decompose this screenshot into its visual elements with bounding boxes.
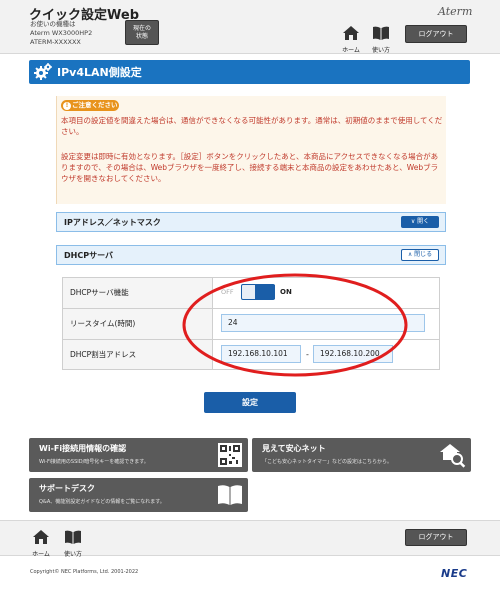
manual-nav-button[interactable]: 使い方	[369, 25, 393, 54]
section-ip-netmask-title: IPアドレス／ネットマスク	[64, 218, 161, 227]
collapse-button-label: 閉じる	[414, 251, 433, 258]
home-icon	[33, 530, 49, 544]
caution-badge: ! ご注意ください	[61, 100, 119, 111]
home-label: ホーム	[342, 47, 360, 54]
wifi-info-card[interactable]: Wi-Fi接続用情報の確認 Wi-Fi接続用のSSID/暗号化キーを確認できます…	[29, 438, 248, 472]
dhcp-toggle-switch[interactable]	[241, 284, 275, 300]
footer-home-label: ホーム	[32, 551, 50, 558]
collapse-button[interactable]: ∧ 閉じる	[401, 249, 439, 261]
device-model: Aterm WX3000HP2	[30, 29, 93, 37]
apply-settings-button[interactable]: 設定	[204, 392, 296, 413]
caution-paragraph-2: 設定変更は即時に有効となります。［設定］ボタンをクリックしたあと、本商品にアクセ…	[61, 152, 439, 183]
support-card-desc: Q&A、機能別設定ガイドなどの情報をご覧になれます。	[39, 499, 165, 505]
toggle-on-label: ON	[280, 288, 292, 296]
page-title: IPv4LAN側設定	[57, 66, 142, 79]
page-title-bar: IPv4LAN側設定	[29, 60, 470, 84]
safety-card-desc: 「こども安心ネットタイマー」などの設定はこちらから。	[262, 459, 393, 465]
status-label-line-2: 状態	[135, 33, 148, 40]
chevron-up-icon: ∧	[407, 251, 413, 258]
support-card-title: サポートデスク	[39, 484, 95, 493]
range-start-input[interactable]: 192.168.10.101	[221, 345, 301, 363]
safety-net-card[interactable]: 見えて安心ネット 「こども安心ネットタイマー」などの設定はこちらから。	[252, 438, 471, 472]
section-dhcp-title: DHCPサーバ	[64, 251, 113, 260]
header: クイック設定Web お使いの機種は Aterm WX3000HP2 ATERM-…	[0, 0, 500, 54]
gear-icon	[34, 63, 52, 80]
range-separator: -	[306, 350, 309, 359]
caution-paragraph-1: 本項目の設定値を間違えた場合は、通信ができなくなる可能性があります。通常は、初期…	[61, 116, 443, 136]
device-info: お使いの機種は Aterm WX3000HP2 ATERM-XXXXXX	[30, 20, 92, 47]
lease-time-row: リースタイム(時間) 24	[63, 309, 439, 340]
expand-button-label: 開く	[417, 218, 430, 225]
wifi-card-desc: Wi-Fi接続用のSSID/暗号化キーを確認できます。	[39, 459, 149, 465]
dhcp-range-row: DHCP割当アドレス 192.168.10.101 - 192.168.10.2…	[63, 340, 439, 369]
home-icon	[343, 26, 359, 40]
lease-time-input[interactable]: 24	[221, 314, 425, 332]
toggle-knob	[255, 285, 275, 299]
aterm-logo: Aterm	[438, 5, 473, 18]
chevron-down-icon: ∨	[410, 218, 416, 225]
section-dhcp[interactable]: DHCPサーバ ∧ 閉じる	[56, 245, 446, 265]
device-line-1: お使いの機種は	[30, 20, 76, 28]
current-status-button[interactable]: 現在の 状態	[125, 20, 159, 45]
book-icon	[65, 530, 81, 544]
lease-time-label: リースタイム(時間)	[63, 309, 213, 339]
manual-label: 使い方	[371, 47, 390, 54]
footer-logout-button[interactable]: ログアウト	[405, 529, 467, 546]
book-icon	[218, 485, 242, 505]
caution-badge-text: ご注意ください	[72, 101, 118, 109]
logout-button[interactable]: ログアウト	[405, 25, 467, 43]
book-icon	[373, 26, 389, 40]
dhcp-range-label: DHCP割当アドレス	[63, 340, 213, 369]
range-end-input[interactable]: 192.168.10.200	[313, 345, 393, 363]
footer-manual-label: 使い方	[63, 551, 82, 558]
nec-logo: NEC	[441, 567, 468, 580]
dhcp-function-row: DHCPサーバ機能 OFF ON	[63, 278, 439, 309]
status-label-line-1: 現在の	[132, 25, 151, 32]
dhcp-function-label: DHCPサーバ機能	[63, 278, 213, 308]
caution-box: ! ご注意ください 本項目の設定値を間違えた場合は、通信ができなくなる可能性があ…	[56, 96, 446, 204]
toggle-off-label: OFF	[221, 288, 234, 296]
section-ip-netmask[interactable]: IPアドレス／ネットマスク ∨ 開く	[56, 212, 446, 232]
safety-card-title: 見えて安心ネット	[262, 444, 326, 453]
support-desk-card[interactable]: サポートデスク Q&A、機能別設定ガイドなどの情報をご覧になれます。	[29, 478, 248, 512]
footer-bar: ホーム 使い方 ログアウト	[0, 520, 500, 558]
home-nav-button[interactable]: ホーム	[339, 25, 363, 54]
expand-button[interactable]: ∨ 開く	[401, 216, 439, 228]
footer-manual-button[interactable]: 使い方	[61, 529, 85, 558]
footer-home-button[interactable]: ホーム	[29, 529, 53, 558]
copyright: Copyright© NEC Platforms, Ltd. 2001-2022	[30, 569, 139, 575]
dhcp-settings-table: DHCPサーバ機能 OFF ON リースタイム(時間) 24 DHCP割当アドレ…	[62, 277, 440, 370]
house-magnifier-icon	[440, 444, 466, 468]
exclamation-icon: !	[63, 101, 71, 110]
qr-code-icon	[218, 443, 242, 467]
wifi-card-title: Wi-Fi接続用情報の確認	[39, 444, 127, 453]
device-id: ATERM-XXXXXX	[30, 38, 81, 46]
